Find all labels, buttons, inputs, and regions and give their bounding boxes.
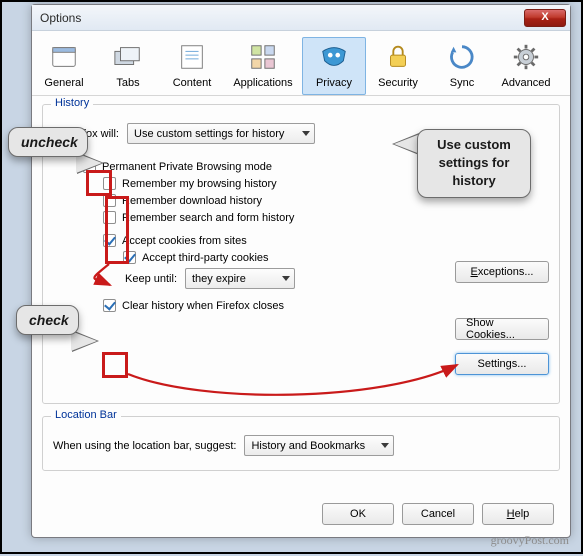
- dialog-footer: OK Cancel Help: [322, 503, 554, 525]
- settings-button[interactable]: Settings...: [455, 353, 549, 375]
- annotation-check-callout: check: [16, 305, 79, 335]
- accept-cookies-label: Accept cookies from sites: [122, 235, 247, 247]
- keep-until-combo[interactable]: they expire: [185, 268, 295, 289]
- btn-rest: elp: [515, 508, 530, 520]
- privacy-mask-icon: [319, 42, 349, 75]
- tab-label: Advanced: [502, 77, 551, 89]
- tab-label: Privacy: [316, 77, 352, 89]
- clear-on-close-label: Clear history when Firefox closes: [122, 300, 284, 312]
- combo-value: they expire: [192, 273, 246, 285]
- remember-form-checkbox[interactable]: [103, 211, 116, 224]
- history-legend: History: [51, 97, 93, 109]
- cancel-button[interactable]: Cancel: [402, 503, 474, 525]
- tab-general[interactable]: General: [32, 37, 96, 95]
- remember-download-checkbox[interactable]: [103, 194, 116, 207]
- history-mode-combo[interactable]: Use custom settings for history: [127, 123, 315, 144]
- remember-history-label: Remember my browsing history: [122, 178, 277, 190]
- chevron-down-icon: [282, 276, 290, 281]
- tab-security[interactable]: Security: [366, 37, 430, 95]
- show-cookies-button[interactable]: Show Cookies...: [455, 318, 549, 340]
- category-toolbar: General Tabs Content Applications Privac…: [32, 31, 570, 96]
- tab-label: Tabs: [116, 77, 139, 89]
- sync-icon: [447, 42, 477, 75]
- chevron-down-icon: [381, 443, 389, 448]
- clear-on-close-checkbox[interactable]: [103, 299, 116, 312]
- tabs-icon: [113, 42, 143, 75]
- help-button[interactable]: Help: [482, 503, 554, 525]
- lock-icon: [383, 42, 413, 75]
- annotation-tail: [71, 331, 97, 351]
- annotation-big-callout: Use custom settings for history: [417, 129, 531, 198]
- gear-icon: [511, 42, 541, 75]
- titlebar: Options X: [32, 5, 570, 31]
- location-legend: Location Bar: [51, 409, 121, 421]
- btn-underline: H: [507, 508, 515, 520]
- exceptions-button[interactable]: Exceptions...: [455, 261, 549, 283]
- accept-cookies-checkbox[interactable]: [103, 234, 116, 247]
- combo-value: Use custom settings for history: [134, 128, 284, 140]
- location-bar-group: Location Bar When using the location bar…: [42, 416, 560, 471]
- close-button[interactable]: X: [524, 9, 566, 27]
- tab-tabs[interactable]: Tabs: [96, 37, 160, 95]
- ok-button[interactable]: OK: [322, 503, 394, 525]
- chevron-down-icon: [302, 131, 310, 136]
- remember-history-checkbox[interactable]: [103, 177, 116, 190]
- tab-advanced[interactable]: Advanced: [494, 37, 558, 95]
- annotation-uncheck-callout: uncheck: [8, 127, 88, 157]
- content-icon: [177, 42, 207, 75]
- tab-sync[interactable]: Sync: [430, 37, 494, 95]
- suggest-combo[interactable]: History and Bookmarks: [244, 435, 394, 456]
- remember-download-label: Remember download history: [122, 195, 262, 207]
- btn-rest: xceptions...: [478, 266, 534, 278]
- general-icon: [49, 42, 79, 75]
- window-title: Options: [40, 11, 524, 25]
- tab-label: Content: [173, 77, 212, 89]
- tab-applications[interactable]: Applications: [224, 37, 302, 95]
- accept-third-label: Accept third-party cookies: [142, 252, 269, 264]
- suggest-label: When using the location bar, suggest:: [53, 440, 236, 452]
- tab-label: General: [44, 77, 83, 89]
- ppb-label: Permanent Private Browsing mode: [102, 161, 272, 173]
- tab-content[interactable]: Content: [160, 37, 224, 95]
- accept-third-checkbox[interactable]: [123, 251, 136, 264]
- applications-icon: [248, 42, 278, 75]
- options-window: Options X General Tabs Content Appl: [31, 4, 571, 538]
- keep-until-label: Keep until:: [123, 273, 177, 285]
- combo-value: History and Bookmarks: [251, 440, 365, 452]
- tab-label: Applications: [233, 77, 292, 89]
- tab-label: Sync: [450, 77, 474, 89]
- tab-privacy[interactable]: Privacy: [302, 37, 366, 95]
- watermark: groovyPost.com: [491, 533, 569, 548]
- remember-form-label: Remember search and form history: [122, 212, 294, 224]
- tab-label: Security: [378, 77, 418, 89]
- btn-underline: E: [471, 266, 478, 278]
